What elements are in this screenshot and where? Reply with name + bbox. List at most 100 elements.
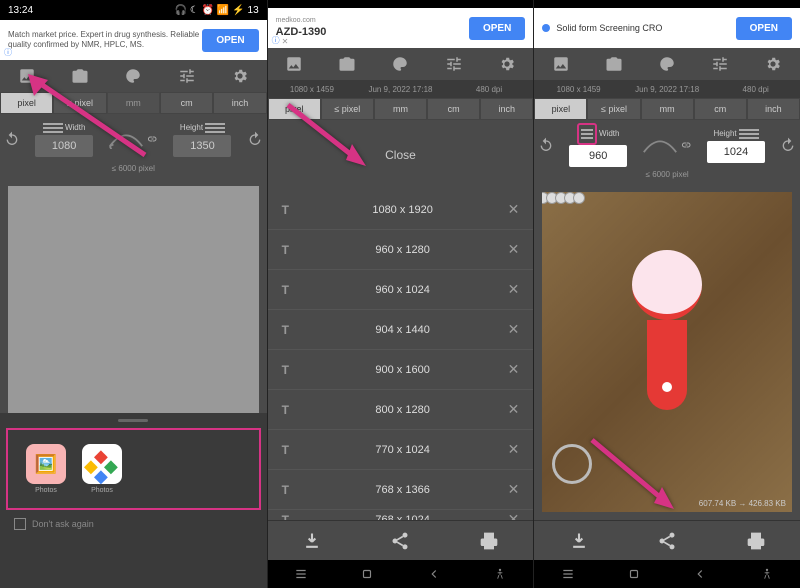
preset-item[interactable]: T768 x 1024✕ — [268, 510, 534, 520]
accessibility-icon[interactable] — [760, 567, 774, 581]
checkbox-icon[interactable] — [14, 518, 26, 530]
gear-icon[interactable] — [498, 55, 516, 73]
unit-cm[interactable]: cm — [694, 98, 747, 120]
height-input[interactable]: 1024 — [707, 141, 765, 163]
camera-icon[interactable] — [605, 55, 623, 73]
gear-icon[interactable] — [764, 55, 782, 73]
preset-item[interactable]: T960 x 1280✕ — [268, 230, 534, 270]
preset-item[interactable]: T800 x 1280✕ — [268, 390, 534, 430]
menu-icon[interactable] — [205, 121, 225, 135]
delete-icon[interactable]: ✕ — [508, 321, 520, 338]
unit-mm[interactable]: mm — [374, 98, 427, 120]
delete-icon[interactable]: ✕ — [508, 201, 520, 218]
preset-item[interactable]: T770 x 1024✕ — [268, 430, 534, 470]
preset-item[interactable]: T1080 x 1920✕ — [268, 190, 534, 230]
delete-icon[interactable]: ✕ — [508, 401, 520, 418]
unit-lte-pixel[interactable]: ≤ pixel — [587, 98, 640, 120]
unit-inch[interactable]: inch — [213, 92, 266, 114]
preset-item[interactable]: T900 x 1600✕ — [268, 350, 534, 390]
delete-icon[interactable]: ✕ — [508, 511, 520, 520]
share-icon[interactable] — [390, 531, 410, 551]
dont-ask-row[interactable]: Don't ask again — [0, 510, 267, 538]
annotation-arrow — [278, 100, 368, 173]
gallery-icon[interactable] — [552, 55, 570, 73]
print-icon[interactable] — [479, 531, 499, 551]
palette-icon[interactable] — [391, 55, 409, 73]
delete-icon[interactable]: ✕ — [508, 281, 520, 298]
unit-cm[interactable]: cm — [160, 92, 213, 114]
download-icon[interactable] — [569, 531, 589, 551]
status-time: 13:24 — [8, 5, 33, 16]
drag-handle[interactable] — [118, 419, 148, 422]
tag-icon: T — [282, 443, 298, 457]
camera-icon[interactable] — [338, 55, 356, 73]
delete-icon[interactable]: ✕ — [508, 441, 520, 458]
ad-close-icon[interactable]: ✕ — [282, 37, 289, 46]
home-icon[interactable] — [627, 567, 641, 581]
ad-open-button[interactable]: OPEN — [736, 17, 792, 40]
tag-icon: T — [282, 483, 298, 497]
app-photos-2[interactable]: ◆ ◆ ◆ ◆ Photos — [82, 444, 122, 494]
delete-icon[interactable]: ✕ — [508, 481, 520, 498]
annotation-arrow — [20, 70, 150, 165]
image-info: 1080 x 1459 Jun 9, 2022 17:18 480 dpi — [534, 80, 800, 98]
print-icon[interactable] — [746, 531, 766, 551]
home-icon[interactable] — [360, 567, 374, 581]
unit-cm[interactable]: cm — [427, 98, 480, 120]
redo-icon[interactable] — [247, 131, 263, 147]
ad-info-icon[interactable]: ⓘ — [4, 47, 12, 58]
sliders-icon[interactable] — [711, 55, 729, 73]
accessibility-icon[interactable] — [493, 567, 507, 581]
palette-icon[interactable] — [658, 55, 676, 73]
ad-banner[interactable]: Match market price. Expert in drug synth… — [0, 20, 267, 60]
gallery-icon[interactable] — [285, 55, 303, 73]
tag-icon: T — [282, 363, 298, 377]
gear-icon[interactable] — [231, 67, 249, 85]
sliders-icon[interactable] — [178, 67, 196, 85]
image-info: 1080 x 1459 Jun 9, 2022 17:18 480 dpi — [268, 80, 534, 98]
status-bar — [268, 0, 534, 8]
recent-icon[interactable] — [294, 567, 308, 581]
decoration — [542, 192, 792, 232]
back-icon[interactable] — [427, 567, 441, 581]
android-nav — [534, 560, 800, 588]
app-photos-1[interactable]: 🖼️ Photos — [26, 444, 66, 494]
height-input[interactable]: 1350 — [173, 135, 231, 157]
ad-banner[interactable]: medkoo.com AZD-1390 OPEN ⓘ ✕ — [268, 8, 534, 48]
close-label: Close — [385, 148, 416, 162]
ad-open-button[interactable]: OPEN — [202, 29, 258, 52]
width-input[interactable]: 960 — [569, 145, 627, 167]
size-badge: 607.74 KB → 426.83 KB — [699, 499, 786, 508]
bottom-actions — [268, 520, 534, 560]
link-icon[interactable] — [680, 139, 692, 151]
unit-inch[interactable]: inch — [480, 98, 533, 120]
info-res: 1080 x 1459 — [268, 85, 357, 94]
preset-item[interactable]: T768 x 1366✕ — [268, 470, 534, 510]
image-preview[interactable]: 607.74 KB → 426.83 KB — [542, 192, 792, 512]
undo-icon[interactable] — [4, 131, 20, 147]
close-bar[interactable]: Close — [268, 120, 534, 190]
delete-icon[interactable]: ✕ — [508, 241, 520, 258]
top-toolbar — [534, 48, 800, 80]
unit-pixel[interactable]: pixel — [534, 98, 587, 120]
tag-icon: T — [282, 203, 298, 217]
sliders-icon[interactable] — [445, 55, 463, 73]
swap-icon[interactable] — [642, 135, 678, 155]
ad-banner[interactable]: Solid form Screening CRO OPEN — [534, 8, 800, 48]
recent-icon[interactable] — [561, 567, 575, 581]
share-icon[interactable] — [657, 531, 677, 551]
unit-mm[interactable]: mm — [641, 98, 694, 120]
delete-icon[interactable]: ✕ — [508, 361, 520, 378]
menu-icon[interactable] — [577, 123, 597, 145]
redo-icon[interactable] — [780, 137, 796, 153]
undo-icon[interactable] — [538, 137, 554, 153]
preset-item[interactable]: T904 x 1440✕ — [268, 310, 534, 350]
ad-info-icon[interactable]: ⓘ — [272, 35, 280, 46]
unit-inch[interactable]: inch — [747, 98, 800, 120]
ad-open-button[interactable]: OPEN — [469, 17, 525, 40]
back-icon[interactable] — [693, 567, 707, 581]
menu-icon[interactable] — [739, 127, 759, 141]
preset-item[interactable]: T960 x 1024✕ — [268, 270, 534, 310]
app-chooser: 🖼️ Photos ◆ ◆ ◆ ◆ Photos Don't ask again — [0, 413, 267, 588]
download-icon[interactable] — [302, 531, 322, 551]
